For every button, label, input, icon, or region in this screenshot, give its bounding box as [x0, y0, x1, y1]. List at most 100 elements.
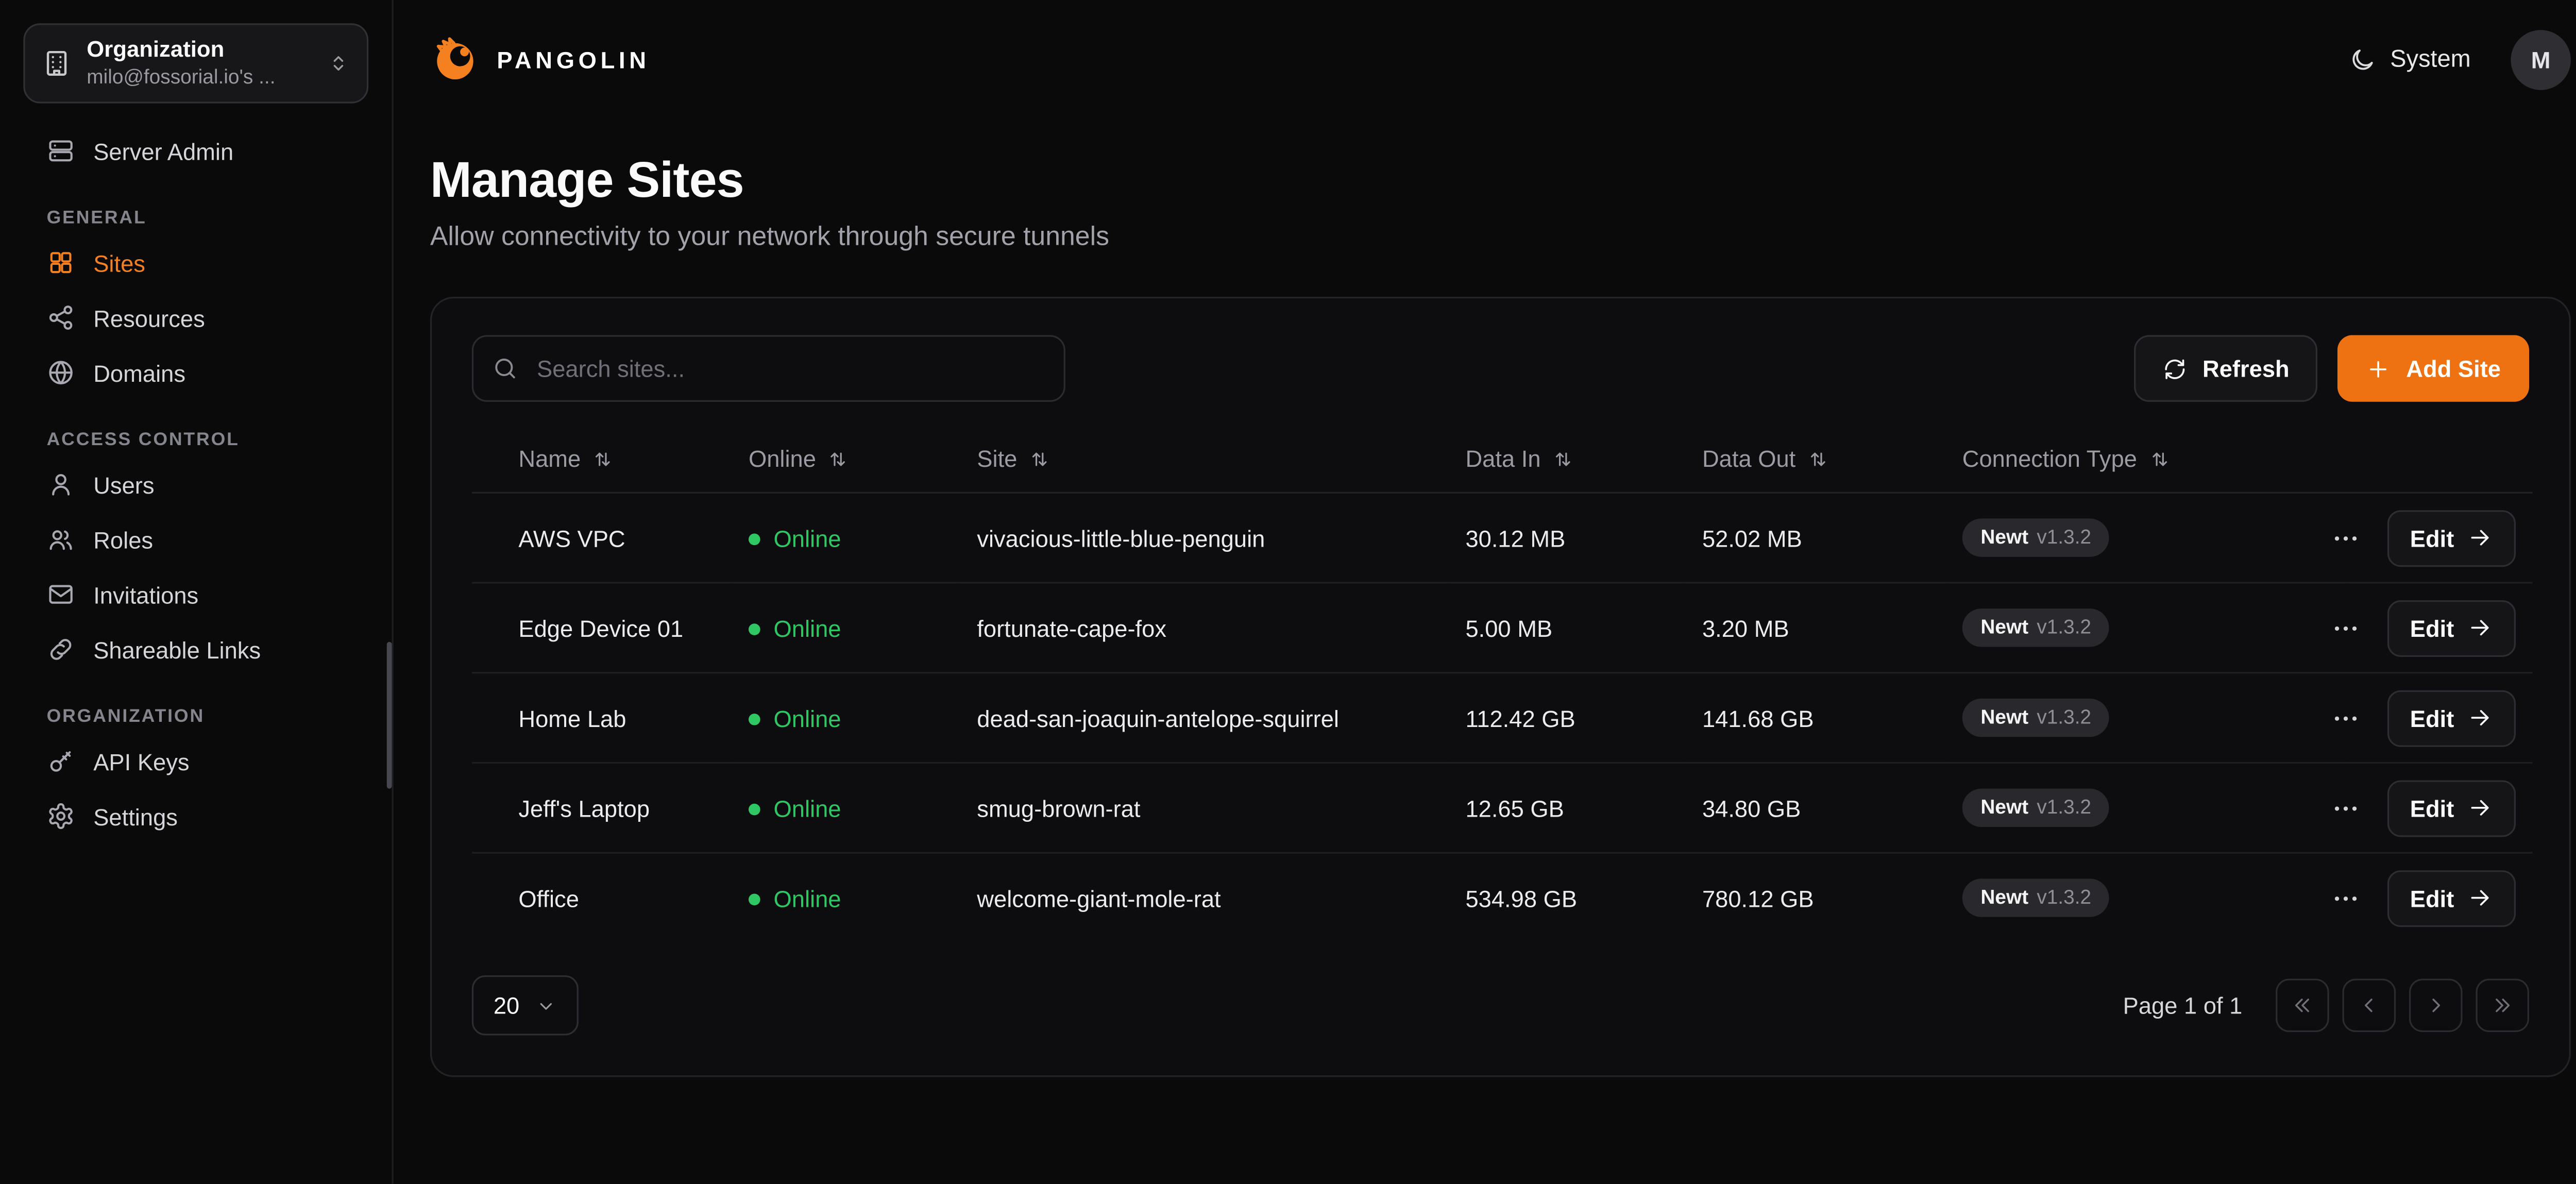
chevron-left-icon — [2358, 994, 2381, 1017]
sort-icon — [1029, 448, 1050, 469]
sidebar-item-label: Users — [93, 471, 154, 499]
column-header-connection-type[interactable]: Connection Type — [1945, 425, 2346, 493]
main-area: PANGOLIN System M Manage Sites Allow con… — [394, 0, 2576, 1184]
column-header-name[interactable]: Name — [472, 425, 732, 493]
connection-badge: Newtv1.3.2 — [1962, 519, 2110, 556]
avatar-initial: M — [2531, 47, 2551, 74]
pangolin-logo-icon — [430, 35, 480, 85]
edit-button[interactable]: Edit — [2386, 689, 2516, 746]
toolbar-actions: Refresh Add Site — [2134, 335, 2529, 401]
cell-site: welcome-giant-mole-rat — [960, 853, 1449, 942]
edit-button[interactable]: Edit — [2386, 870, 2516, 926]
row-menu-button[interactable] — [2330, 703, 2360, 733]
add-site-button[interactable]: Add Site — [2338, 335, 2529, 401]
cell-name: Office — [472, 853, 732, 942]
edit-button-label: Edit — [2410, 794, 2454, 821]
cell-data-in: 5.00 MB — [1449, 583, 1686, 673]
sort-icon — [592, 448, 614, 469]
brand: PANGOLIN — [430, 35, 650, 85]
sidebar-item-invitations[interactable]: Invitations — [23, 568, 368, 623]
search-input[interactable] — [472, 335, 1065, 401]
org-picker[interactable]: Organization milo@fossorial.io's ... — [23, 23, 368, 104]
column-header-online[interactable]: Online — [732, 425, 960, 493]
page-size-select[interactable]: 20 — [472, 975, 578, 1035]
roles-icon — [47, 526, 75, 554]
row-menu-button[interactable] — [2330, 522, 2360, 552]
column-label: Online — [749, 445, 816, 472]
sidebar-item-server-admin[interactable]: Server Admin — [23, 124, 368, 179]
brand-name: PANGOLIN — [497, 47, 650, 74]
table-row: Home LabOnlinedead-san-joaquin-antelope-… — [472, 673, 2533, 763]
column-label: Data Out — [1702, 445, 1795, 472]
chevron-right-icon — [2424, 994, 2447, 1017]
row-menu-button[interactable] — [2330, 883, 2360, 912]
connection-version: v1.3.2 — [2037, 616, 2091, 640]
sidebar-item-users[interactable]: Users — [23, 458, 368, 513]
prev-page-button[interactable] — [2343, 979, 2396, 1033]
sidebar-item-label: Invitations — [93, 581, 198, 609]
edit-button[interactable]: Edit — [2386, 780, 2516, 836]
avatar[interactable]: M — [2511, 30, 2570, 90]
refresh-icon — [2162, 356, 2188, 381]
sidebar-item-roles[interactable]: Roles — [23, 513, 368, 568]
add-site-label: Add Site — [2406, 355, 2501, 382]
row-menu-button[interactable] — [2330, 613, 2360, 642]
sidebar-item-label: Roles — [93, 526, 153, 554]
chevrons-right-icon — [2491, 994, 2514, 1017]
user-icon — [47, 471, 75, 499]
resources-icon — [47, 304, 75, 332]
arrow-right-icon — [2467, 705, 2493, 731]
sort-icon — [1552, 448, 1574, 469]
sidebar-item-label: Settings — [93, 803, 178, 831]
column-header-data-out[interactable]: Data Out — [1686, 425, 1946, 493]
status-label: Online — [774, 796, 841, 822]
cell-online: Online — [732, 493, 960, 583]
theme-toggle[interactable]: System — [2348, 47, 2470, 74]
cell-online: Online — [732, 853, 960, 942]
cell-connection-type: Newtv1.3.2 — [1945, 493, 2346, 583]
sidebar-scrollbar-thumb[interactable] — [387, 642, 392, 789]
sidebar-item-domains[interactable]: Domains — [23, 346, 368, 401]
sites-panel: Refresh Add Site Name Online Site — [430, 297, 2571, 1077]
cell-site: smug-brown-rat — [960, 763, 1449, 853]
app-root: Organization milo@fossorial.io's ... Ser… — [0, 0, 2576, 1184]
row-actions: Edit — [2362, 780, 2516, 836]
column-header-site[interactable]: Site — [960, 425, 1449, 493]
server-icon — [47, 138, 75, 166]
edit-button-label: Edit — [2410, 885, 2454, 911]
cell-actions: Edit — [2346, 763, 2532, 853]
column-label: Name — [518, 445, 581, 472]
next-page-button[interactable] — [2409, 979, 2463, 1033]
edit-button[interactable]: Edit — [2386, 599, 2516, 656]
column-header-inner: Site — [977, 445, 1050, 472]
sidebar-item-api-keys[interactable]: API Keys — [23, 734, 368, 789]
connection-badge: Newtv1.3.2 — [1962, 789, 2110, 826]
table-row: Jeff's LaptopOnlinesmug-brown-rat12.65 G… — [472, 763, 2533, 853]
pagination — [2276, 979, 2529, 1033]
online-status: Online — [749, 796, 841, 822]
row-actions: Edit — [2362, 599, 2516, 656]
first-page-button[interactable] — [2276, 979, 2329, 1033]
sidebar-item-sites[interactable]: Sites — [23, 236, 368, 291]
cell-name: Jeff's Laptop — [472, 763, 732, 853]
sidebar-item-shareable-links[interactable]: Shareable Links — [23, 623, 368, 678]
sort-icon — [828, 448, 850, 469]
arrow-right-icon — [2467, 615, 2493, 640]
content: Manage Sites Allow connectivity to your … — [394, 120, 2576, 1077]
column-header-inner: Connection Type — [1962, 445, 2171, 472]
row-menu-button[interactable] — [2330, 793, 2360, 823]
cell-actions: Edit — [2346, 853, 2532, 942]
sidebar-item-resources[interactable]: Resources — [23, 291, 368, 346]
column-label: Data In — [1465, 445, 1540, 472]
column-label: Site — [977, 445, 1017, 472]
arrow-right-icon — [2467, 525, 2493, 550]
edit-button[interactable]: Edit — [2386, 510, 2516, 566]
column-header-data-in[interactable]: Data In — [1449, 425, 1686, 493]
pager: Page 1 of 1 — [2123, 979, 2529, 1033]
connection-version: v1.3.2 — [2037, 526, 2091, 550]
last-page-button[interactable] — [2476, 979, 2529, 1033]
refresh-button[interactable]: Refresh — [2134, 335, 2317, 401]
sidebar-item-settings[interactable]: Settings — [23, 789, 368, 844]
column-label: Connection Type — [1962, 445, 2137, 472]
ellipsis-icon — [2330, 703, 2360, 733]
